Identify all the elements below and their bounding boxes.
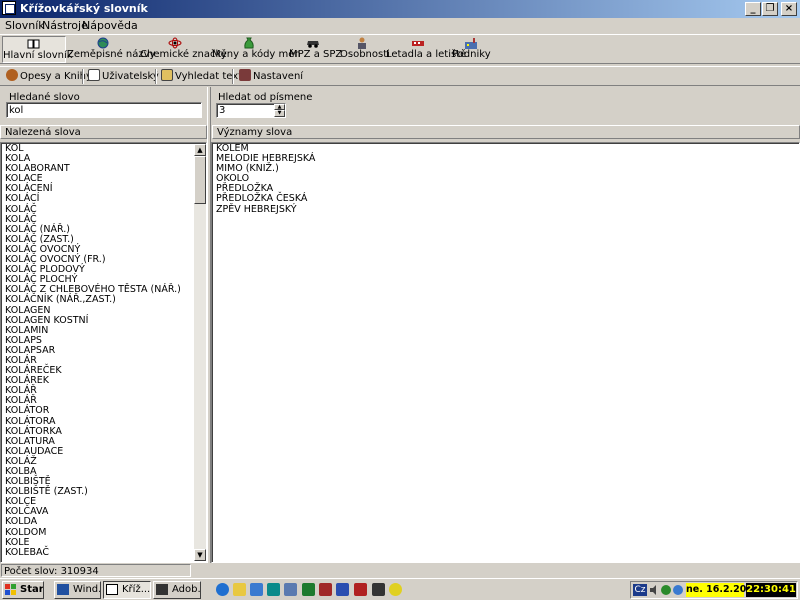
factory-icon bbox=[464, 37, 478, 49]
plane-icon bbox=[411, 37, 425, 49]
window-icon bbox=[57, 584, 69, 595]
secondary-toolbar: Opesy a Knihy Uživatelský Vyhledat text … bbox=[0, 66, 800, 86]
tab-chemicke-znacky[interactable]: Chemické značky bbox=[140, 36, 227, 63]
date-display[interactable]: ne. 16.2.2003 bbox=[686, 583, 760, 597]
globe-icon bbox=[96, 37, 110, 49]
access-icon[interactable] bbox=[319, 583, 332, 596]
uzivatelsky-button[interactable]: Uživatelský bbox=[88, 68, 159, 85]
restore-button[interactable]: ❐ bbox=[762, 2, 778, 16]
window-title: Křížovkářský slovník bbox=[20, 2, 148, 15]
nastaveni-button[interactable]: Nastavení bbox=[239, 68, 303, 85]
task-button-wind[interactable]: Wind... bbox=[54, 581, 101, 599]
tab-osobnosti[interactable]: Osobnosti bbox=[340, 36, 390, 63]
money-bag-icon bbox=[242, 37, 256, 49]
clock[interactable]: 22:30:41 bbox=[746, 583, 796, 597]
spinner-down-button[interactable]: ▼ bbox=[274, 110, 285, 117]
menu-napoveda[interactable]: Nápověda bbox=[80, 18, 140, 34]
task-button-kriz[interactable]: Kříž... bbox=[103, 581, 151, 599]
network-icon[interactable] bbox=[661, 585, 671, 595]
word-count-status: Počet slov: 310934 bbox=[1, 564, 191, 577]
monitor-icon[interactable] bbox=[267, 583, 280, 596]
person-icon bbox=[355, 37, 369, 49]
app-shortcut-icon[interactable] bbox=[354, 583, 367, 596]
meaning-item[interactable]: PŘEDLOŽKA ČESKÁ bbox=[216, 194, 796, 204]
tray-app-icon[interactable] bbox=[673, 585, 683, 595]
found-words-header: Nalezená slova bbox=[0, 125, 207, 139]
opesy-a-knihy-button[interactable]: Opesy a Knihy bbox=[6, 68, 92, 85]
system-tray: Cz ne. 16.2.2003 22:30:41 bbox=[630, 581, 798, 599]
vyhledat-text-button[interactable]: Vyhledat text bbox=[161, 68, 242, 85]
search-input[interactable] bbox=[6, 102, 202, 118]
app-icon[interactable] bbox=[2, 1, 16, 15]
taskbar: Start Wind... Kříž... Adob... Cz ne. 16.… bbox=[0, 578, 800, 600]
meanings-listbox[interactable]: KOLEM MELODIE HEBREJSKÁ MIMO (KNIŽ.) OKOLO P… bbox=[211, 142, 800, 563]
cd-icon[interactable] bbox=[389, 583, 402, 596]
internet-explorer-icon[interactable] bbox=[216, 583, 229, 596]
meaning-item[interactable]: MELODIE HEBREJSKÁ bbox=[216, 153, 796, 164]
tab-zemepisne-nazvy[interactable]: Zeměpisné názvy bbox=[67, 36, 155, 63]
windows-logo-icon bbox=[5, 584, 17, 595]
notepad-icon[interactable] bbox=[233, 583, 246, 596]
car-icon bbox=[306, 37, 320, 49]
adobe-icon bbox=[156, 584, 168, 595]
meaning-item[interactable]: ZPĚV HEBREJSKÝ bbox=[216, 204, 796, 215]
tab-hlavni-slovnik[interactable]: Hlavní slovník bbox=[2, 36, 73, 63]
language-indicator[interactable]: Cz bbox=[633, 584, 647, 596]
excel-icon[interactable] bbox=[302, 583, 315, 596]
shortcut-icon[interactable] bbox=[250, 583, 263, 596]
find-icon bbox=[161, 69, 173, 81]
found-word-item[interactable]: KOL bbox=[5, 144, 195, 154]
task-button-adob[interactable]: Adob... bbox=[153, 581, 201, 599]
toolbar-separator bbox=[82, 69, 84, 84]
from-letter-value: 3 bbox=[219, 105, 226, 116]
minimize-button[interactable]: _ bbox=[745, 2, 761, 16]
user-book-icon bbox=[88, 69, 100, 81]
toolbar-separator bbox=[155, 69, 157, 84]
tab-mpz-a-spz[interactable]: MPZ a SPZ bbox=[289, 36, 342, 63]
vertical-scrollbar[interactable]: ▲ ▼ bbox=[194, 144, 206, 561]
app-icon bbox=[106, 584, 118, 595]
scroll-down-button[interactable]: ▼ bbox=[194, 549, 206, 561]
found-word-item[interactable]: KOLÁČNÍK (NÁŘ.,ZAST.) bbox=[5, 295, 195, 305]
found-word-item[interactable]: KOLDOM bbox=[5, 527, 195, 538]
found-words-listbox[interactable]: KOL KOLA KOLABORANT KOLACE KOLÁCENÍ KOLÁCÍ KOL… bbox=[0, 142, 207, 563]
found-words-list[interactable]: KOL KOLA KOLABORANT KOLACE KOLÁCENÍ KOLÁCÍ KOL… bbox=[2, 144, 195, 561]
meaning-item[interactable]: MIMO (KNIŽ.) bbox=[216, 164, 796, 174]
tab-meny-a-kody[interactable]: Měny a kódy měn bbox=[212, 36, 301, 63]
settings-icon bbox=[239, 69, 251, 81]
meanings-header: Významy slova bbox=[212, 125, 800, 139]
main-toolbar: Hlavní slovník Zeměpisné názvy Chemické … bbox=[0, 34, 800, 64]
title-bar[interactable]: Křížovkářský slovník _ ❐ × bbox=[0, 0, 800, 18]
menu-bar: Slovník Nástroje Nápověda bbox=[0, 18, 800, 34]
toolbar-separator bbox=[232, 69, 234, 84]
from-letter-spinner[interactable]: 3 ▲ ▼ bbox=[216, 103, 286, 118]
speaker-icon[interactable] bbox=[649, 585, 659, 595]
found-word-item[interactable]: KOLEBAČ bbox=[5, 547, 195, 558]
close-button[interactable]: × bbox=[781, 2, 797, 16]
status-bar: Počet slov: 310934 bbox=[0, 564, 800, 578]
start-button[interactable]: Start bbox=[2, 581, 44, 599]
meaning-item[interactable]: OKOLO bbox=[216, 174, 796, 184]
tab-letadla-a-letiste[interactable]: Letadla a letiště bbox=[386, 36, 466, 63]
bear-icon bbox=[6, 69, 18, 81]
tab-podniky[interactable]: Podniky bbox=[452, 36, 491, 63]
shortcut-dark-icon[interactable] bbox=[372, 583, 385, 596]
calculator-icon[interactable] bbox=[284, 583, 297, 596]
word-icon[interactable] bbox=[336, 583, 349, 596]
book-icon bbox=[27, 38, 41, 50]
meanings-list[interactable]: KOLEM MELODIE HEBREJSKÁ MIMO (KNIŽ.) OKOLO P… bbox=[213, 144, 796, 215]
atom-icon bbox=[168, 37, 182, 49]
scroll-thumb[interactable] bbox=[194, 156, 206, 204]
scroll-up-button[interactable]: ▲ bbox=[194, 144, 206, 156]
